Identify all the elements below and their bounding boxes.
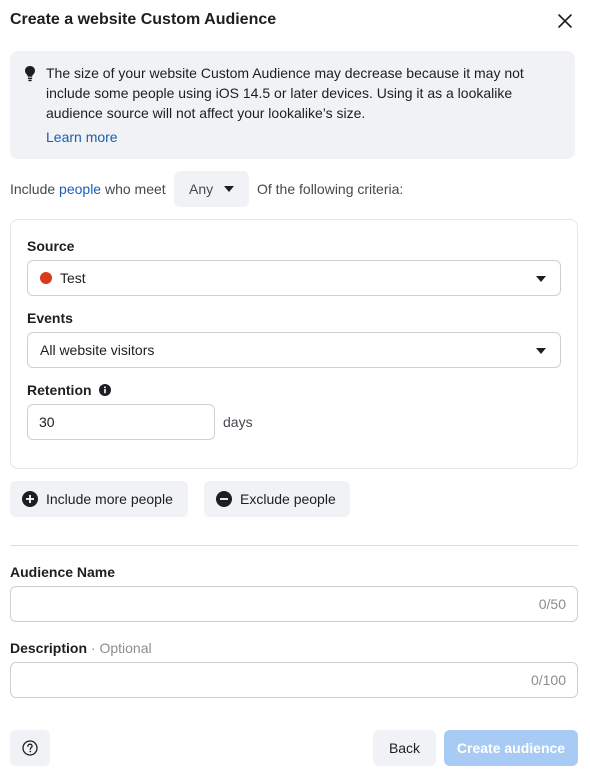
events-select[interactable]: All website visitors [27,332,561,368]
description-counter: 0/100 [530,672,566,688]
retention-label: Retention [27,382,112,398]
match-any-value: Any [189,181,214,197]
learn-more-link[interactable]: Learn more [46,127,118,147]
section-divider [10,545,578,546]
caret-down-icon [536,348,546,354]
description-field[interactable]: 0/100 [10,662,578,698]
back-button[interactable]: Back [373,730,436,766]
dialog-title: Create a website Custom Audience [10,11,277,28]
close-icon[interactable] [556,12,574,30]
audience-name-label: Audience Name [10,564,116,580]
audience-name-field[interactable]: 0/50 [10,586,578,622]
rule-card: Source Test Events All website visitors … [10,219,578,469]
criteria-row: Include people who meet [10,171,166,207]
retention-label-text: Retention [27,382,92,398]
info-icon[interactable] [99,384,112,396]
source-label: Source [27,238,75,254]
retention-unit: days [223,414,253,430]
source-value: Test [60,270,86,286]
description-optional: · Optional [90,640,152,656]
ios-notice-banner: The size of your website Custom Audience… [10,51,575,159]
include-more-people-label: Include more people [46,491,173,507]
criteria-middle: who meet [104,181,166,197]
people-link[interactable]: people [59,181,101,197]
source-status-dot [40,272,52,284]
plus-circle-icon [22,491,38,507]
minus-circle-icon [216,491,232,507]
help-button[interactable] [10,730,50,766]
caret-down-icon [224,186,234,192]
create-audience-button[interactable]: Create audience [444,730,578,766]
lightbulb-icon [25,66,35,82]
include-more-people-button[interactable]: Include more people [10,481,188,517]
description-label: Description · Optional [10,640,152,656]
close-button[interactable] [556,12,574,30]
events-label: Events [27,310,73,326]
audience-name-counter: 0/50 [538,596,566,612]
criteria-prefix: Include [10,181,56,197]
description-label-text: Description [10,640,88,656]
source-select[interactable]: Test [27,260,561,296]
events-value: All website visitors [40,342,155,358]
notice-text: The size of your website Custom Audience… [46,65,524,121]
criteria-suffix: Of the following criteria: [257,181,404,197]
audience-name-input[interactable] [11,587,577,621]
match-any-dropdown[interactable]: Any [174,171,249,207]
exclude-people-label: Exclude people [240,491,336,507]
retention-input[interactable] [27,404,215,440]
description-input[interactable] [11,663,577,697]
exclude-people-button[interactable]: Exclude people [204,481,350,517]
caret-down-icon [536,276,546,282]
question-icon [22,740,38,756]
